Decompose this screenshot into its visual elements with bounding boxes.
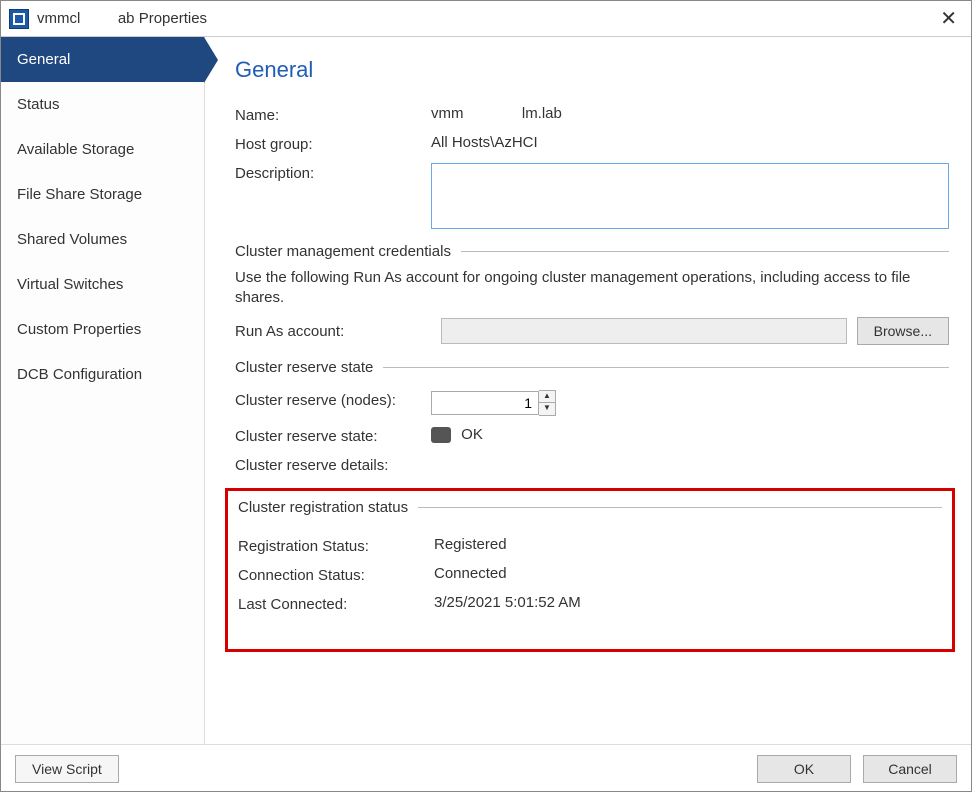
registration-status-label: Registration Status: (238, 536, 434, 555)
registration-status-value: Registered (434, 536, 942, 553)
reserve-state-label: Cluster reserve state: (235, 426, 431, 445)
sidebar-nav: General Status Available Storage File Sh… (1, 37, 205, 744)
highlight-registration-status: Cluster registration status Registration… (225, 488, 955, 652)
window-title: vmmcl ab Properties (37, 10, 934, 27)
app-icon (9, 9, 29, 29)
title-bar: vmmcl ab Properties ✕ (1, 1, 971, 37)
connection-status-label: Connection Status: (238, 565, 434, 584)
reserve-nodes-input[interactable] (431, 391, 539, 415)
section-cluster-credentials: Cluster management credentials (235, 243, 949, 260)
name-label: Name: (235, 105, 431, 124)
host-group-label: Host group: (235, 134, 431, 153)
description-label: Description: (235, 163, 431, 182)
ok-button[interactable]: OK (757, 755, 851, 783)
reserve-details-label: Cluster reserve details: (235, 455, 431, 474)
sidebar-item-available-storage[interactable]: Available Storage (1, 127, 204, 172)
sidebar-item-virtual-switches[interactable]: Virtual Switches (1, 262, 204, 307)
sidebar-item-dcb-configuration[interactable]: DCB Configuration (1, 352, 204, 397)
dialog-footer: View Script OK Cancel (1, 744, 971, 792)
last-connected-value: 3/25/2021 5:01:52 AM (434, 594, 942, 611)
page-heading: General (235, 57, 949, 83)
cancel-button[interactable]: Cancel (863, 755, 957, 783)
connection-status-value: Connected (434, 565, 942, 582)
sidebar-item-custom-properties[interactable]: Custom Properties (1, 307, 204, 352)
description-input[interactable] (431, 163, 949, 229)
reserve-nodes-label: Cluster reserve (nodes): (235, 390, 431, 409)
reserve-state-value: OK (431, 426, 949, 443)
app-name: vmmcl (37, 10, 80, 27)
status-ok-icon (431, 427, 451, 443)
spinner-down-icon[interactable]: ▼ (539, 403, 555, 415)
sidebar-item-file-share-storage[interactable]: File Share Storage (1, 172, 204, 217)
sidebar-item-shared-volumes[interactable]: Shared Volumes (1, 217, 204, 262)
view-script-button[interactable]: View Script (15, 755, 119, 783)
browse-button[interactable]: Browse... (857, 317, 949, 345)
spinner-up-icon[interactable]: ▲ (539, 391, 555, 403)
host-group-value: All Hosts\AzHCI (431, 134, 949, 151)
close-button[interactable]: ✕ (934, 6, 963, 31)
sidebar-item-general[interactable]: General (1, 37, 204, 82)
window-subtitle: ab Properties (118, 10, 207, 27)
reserve-nodes-spinner[interactable]: ▲ ▼ (431, 390, 556, 416)
name-value: vmm lm.lab (431, 105, 949, 122)
runas-input[interactable] (441, 318, 847, 344)
section-cluster-registration: Cluster registration status (238, 499, 942, 516)
content-pane: General Name: vmm lm.lab Host group: All… (205, 37, 971, 744)
runas-label: Run As account: (235, 323, 431, 340)
sidebar-item-status[interactable]: Status (1, 82, 204, 127)
cred-help-text: Use the following Run As account for ong… (235, 268, 949, 307)
last-connected-label: Last Connected: (238, 594, 434, 613)
section-cluster-reserve: Cluster reserve state (235, 359, 949, 376)
